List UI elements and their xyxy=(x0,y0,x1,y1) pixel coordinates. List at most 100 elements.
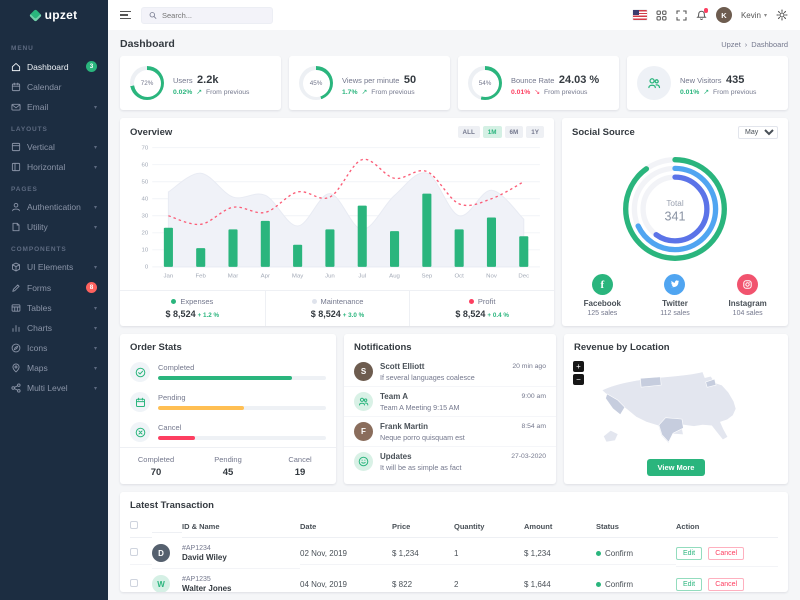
column-header-status[interactable]: Status xyxy=(596,516,676,538)
notifications-bell-icon[interactable] xyxy=(696,8,709,21)
channel-name: Instagram xyxy=(728,299,767,308)
smile-icon xyxy=(358,456,369,467)
map-zoom-out-button[interactable]: − xyxy=(573,374,584,385)
customer-name: David Wiley xyxy=(182,552,227,562)
overview-title: Overview xyxy=(130,126,173,138)
notification-item[interactable]: S Scott Elliott If several languages coa… xyxy=(344,357,556,387)
order-stat-label: Pending xyxy=(158,393,186,402)
brand-logo-icon xyxy=(28,8,42,22)
settings-gear-icon[interactable] xyxy=(776,9,788,21)
notification-item[interactable]: F Frank Martin Neque porro quisquam est … xyxy=(344,417,556,447)
transactions-title: Latest Transaction xyxy=(130,500,214,511)
sidebar-item-email[interactable]: Email ▾ xyxy=(0,97,108,117)
order-stat-label: Completed xyxy=(158,363,195,372)
sidebar-item-tables[interactable]: Tables ▾ xyxy=(0,298,108,318)
notification-item[interactable]: Team A Team A Meeting 9:15 AM 9:00 am xyxy=(344,387,556,417)
select-all-checkbox[interactable] xyxy=(130,521,138,529)
summary-label: Completed xyxy=(137,455,175,464)
sidebar-nav: Menu Dashboard 3 Calendar Email ▾ Layouts Verti… xyxy=(0,30,108,600)
us-map xyxy=(564,357,788,459)
notification-time: 8:54 am xyxy=(521,423,546,430)
range-button-1m[interactable]: 1M xyxy=(482,126,502,138)
sidebar-item-horizontal[interactable]: Horizontal ▾ xyxy=(0,157,108,177)
language-flag-icon[interactable] xyxy=(632,10,647,20)
chevron-down-icon: ▾ xyxy=(93,204,97,211)
visitors-icon-bubble xyxy=(637,66,671,100)
search-input[interactable] xyxy=(161,10,265,20)
summary-value: 45 xyxy=(222,467,234,478)
range-button-1y[interactable]: 1Y xyxy=(526,126,544,138)
pen-icon xyxy=(12,284,20,292)
map-zoom-in-button[interactable]: + xyxy=(573,361,584,372)
transaction-price: $ 822 xyxy=(392,574,454,593)
sidebar-item-utility[interactable]: Utility ▾ xyxy=(0,217,108,237)
sidebar-item-multi-level[interactable]: Multi Level ▾ xyxy=(0,378,108,398)
breadcrumb-parent-link[interactable]: Upzet xyxy=(721,40,741,49)
summary-label: Cancel xyxy=(288,455,312,464)
transactions-table-header: ID & Name Date Price Quantity Amount Status Ac… xyxy=(130,515,778,538)
column-header-date[interactable]: Date xyxy=(300,516,392,538)
sidebar-section-label: Layouts xyxy=(11,126,48,133)
sidebar-item-charts[interactable]: Charts ▾ xyxy=(0,318,108,338)
order-stat-pending: Pending xyxy=(120,387,336,417)
brand-logo[interactable]: upzet xyxy=(0,0,108,30)
transaction-quantity: 1 xyxy=(454,543,524,565)
edit-button[interactable]: Edit xyxy=(676,577,703,591)
order-summary-cancel: Cancel 19 xyxy=(264,455,336,478)
gauge-label: 45% xyxy=(309,79,323,87)
overview-legend: Expenses $ 8,524 + 1.2 % Maintenance $ 8,… xyxy=(120,290,554,326)
file-icon xyxy=(12,222,20,232)
sidebar-item-forms[interactable]: Forms 8 xyxy=(0,277,108,298)
edit-button[interactable]: Edit xyxy=(676,546,703,560)
range-button-6m[interactable]: 6M xyxy=(504,126,524,138)
period-select[interactable]: May xyxy=(738,126,778,139)
summary-value: 19 xyxy=(294,467,306,478)
sidebar-item-authentication[interactable]: Authentication ▾ xyxy=(0,197,108,217)
notifications-list: S Scott Elliott If several languages coa… xyxy=(344,357,556,476)
column-header-action[interactable]: Action xyxy=(676,516,778,538)
mail-icon xyxy=(11,103,21,111)
svg-text:Sep: Sep xyxy=(421,273,433,279)
table-row: W #AP1235 Walter Jones 04 Nov, 2019 $ 822… xyxy=(130,569,778,592)
fullscreen-icon[interactable] xyxy=(676,9,687,21)
range-button-all[interactable]: ALL xyxy=(457,126,480,138)
search-box[interactable] xyxy=(141,6,273,24)
svg-text:Nov: Nov xyxy=(486,273,497,279)
table-row: D #AP1234 David Wiley 02 Nov, 2019 $ 1,23… xyxy=(130,538,778,569)
table-icon xyxy=(11,304,21,312)
stat-info: Bounce Rate 24.03 % 0.01% ↘ From previou… xyxy=(511,70,599,96)
column-header-id-name[interactable]: ID & Name xyxy=(182,516,300,538)
apps-grid-icon[interactable] xyxy=(656,10,667,21)
notification-item[interactable]: Updates It will be as simple as fact 27-… xyxy=(344,447,556,476)
sidebar-item-maps[interactable]: Maps ▾ xyxy=(0,358,108,378)
order-stats-card: Order Stats Completed Pending Cancel Com… xyxy=(120,334,336,484)
svg-text:50: 50 xyxy=(141,180,148,186)
row-checkbox[interactable] xyxy=(130,548,138,556)
sidebar-item-ui-elements[interactable]: UI Elements ▾ xyxy=(0,257,108,277)
sidebar-item-calendar[interactable]: Calendar xyxy=(0,77,108,97)
svg-text:0: 0 xyxy=(145,265,149,271)
menu-toggle-icon[interactable] xyxy=(120,10,131,20)
summary-value: 70 xyxy=(150,467,162,478)
row-checkbox[interactable] xyxy=(130,579,138,587)
sidebar-item-vertical[interactable]: Vertical ▾ xyxy=(0,137,108,157)
column-header-price[interactable]: Price xyxy=(392,516,454,538)
column-header-quantity[interactable]: Quantity xyxy=(454,516,524,538)
chevron-down-icon: ▾ xyxy=(93,305,97,312)
view-more-button[interactable]: View More xyxy=(646,459,706,476)
stat-note: From previous xyxy=(712,88,757,96)
user-menu[interactable]: Kevin ▾ xyxy=(741,11,767,20)
cancel-button[interactable]: Cancel xyxy=(708,546,745,560)
cancel-button[interactable]: Cancel xyxy=(708,577,745,591)
sidebar-item-icons[interactable]: Icons ▾ xyxy=(0,338,108,358)
stat-card-users: 72% Users 2.2k 0.02% ↗ From previous xyxy=(120,56,281,110)
user-avatar[interactable]: K xyxy=(715,7,732,23)
sidebar-item-dashboard[interactable]: Dashboard 3 xyxy=(0,56,108,77)
transactions-table-body: D #AP1234 David Wiley 02 Nov, 2019 $ 1,23… xyxy=(130,538,778,592)
order-stat-cancel: Cancel xyxy=(120,417,336,447)
stat-info: New Visitors 435 0.01% ↗ From previous xyxy=(680,70,756,96)
team-icon xyxy=(354,392,373,411)
column-header-amount[interactable]: Amount xyxy=(524,516,596,538)
radial-gauge: 45% xyxy=(299,66,333,100)
social-title: Social Source xyxy=(572,127,635,138)
